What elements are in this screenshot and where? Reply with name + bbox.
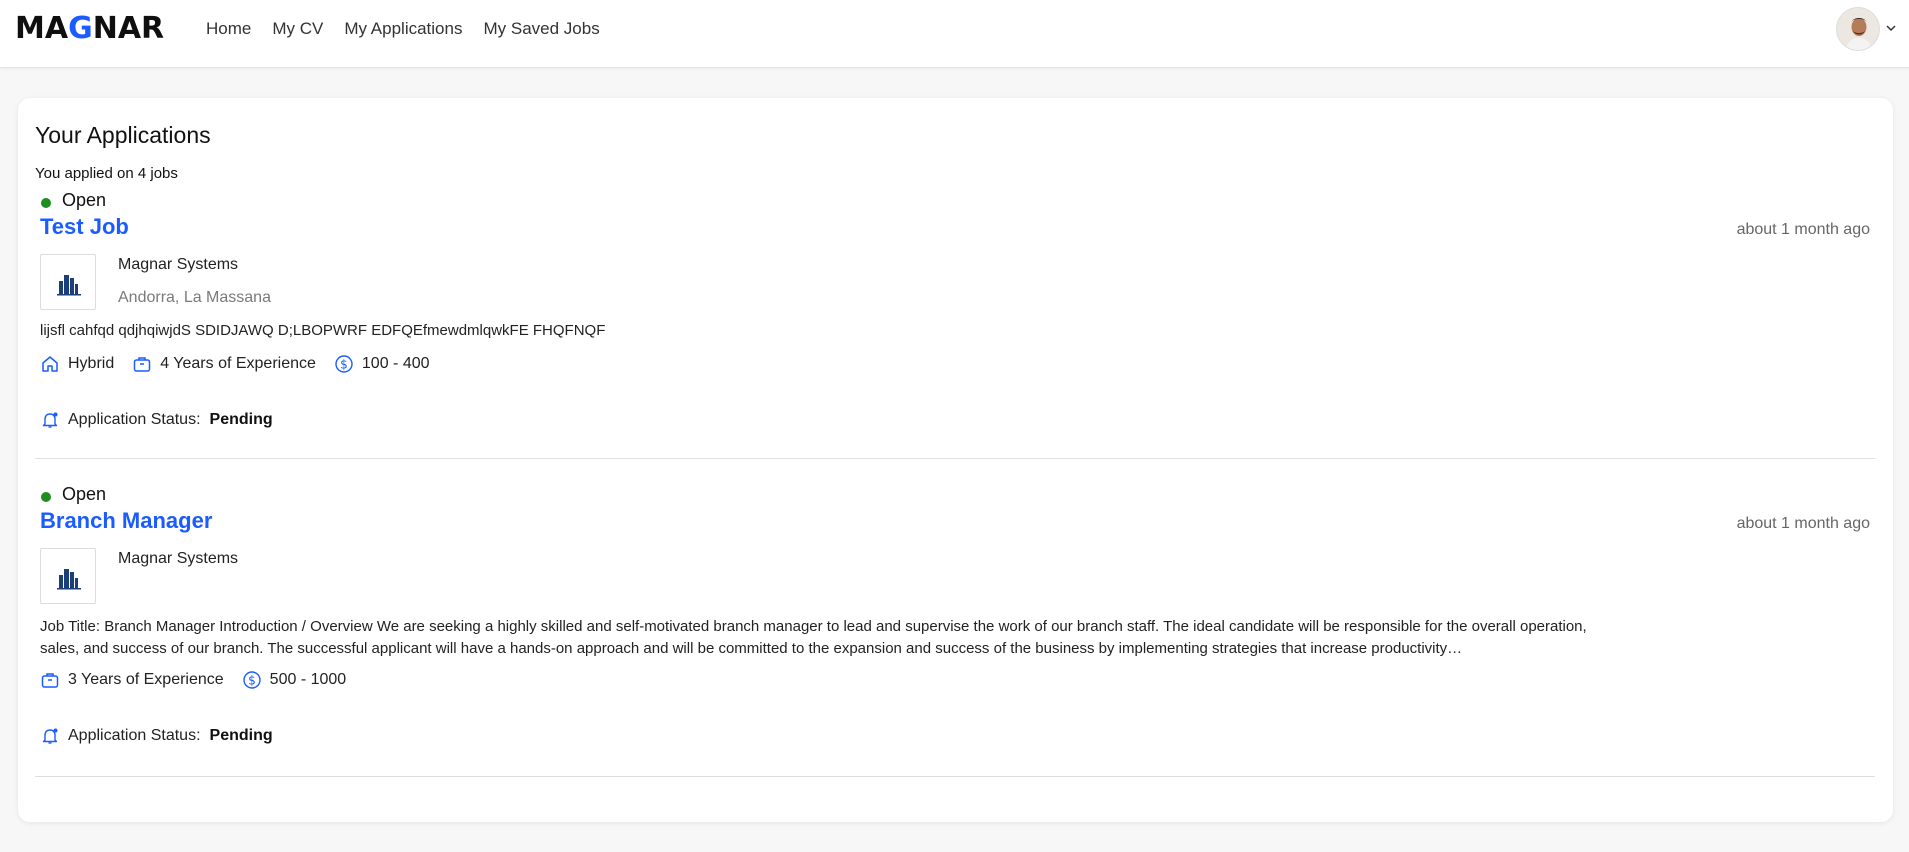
page-title: Your Applications — [35, 122, 211, 148]
experience: 4 Years of Experience — [132, 354, 316, 374]
posted-time: about 1 month ago — [1736, 221, 1870, 238]
job-status: Open — [62, 190, 107, 210]
svg-text:$: $ — [248, 674, 256, 688]
dollar-icon: $ — [242, 671, 261, 689]
nav-my-cv[interactable]: My CV — [272, 19, 323, 39]
chevron-down-icon[interactable] — [1885, 22, 1897, 34]
applications-card: Your Applications You applied on 4 jobs … — [18, 98, 1893, 822]
experience-label: 4 Years of Experience — [160, 355, 316, 372]
application-item: Open Branch Manager about 1 month ago Ma… — [35, 484, 1875, 764]
status-value: Pending — [209, 411, 273, 428]
bell-icon — [42, 412, 58, 428]
top-navbar: MAGNAR Home My CV My Applications My Sav… — [0, 0, 1909, 68]
company-logo — [40, 254, 96, 310]
home-icon — [42, 356, 58, 372]
application-status: Application Status: Pending — [40, 410, 273, 430]
nav-my-saved-jobs[interactable]: My Saved Jobs — [483, 19, 599, 39]
job-meta: Hybrid 4 Years of Experience $ 100 - 400 — [40, 354, 448, 374]
divider — [35, 776, 1875, 777]
job-title-link[interactable]: Test Job — [40, 214, 129, 240]
job-description: Job Title: Branch Manager Introduction /… — [40, 618, 1587, 657]
divider — [35, 458, 1875, 459]
company-logo — [40, 548, 96, 604]
applications-count: You applied on 4 jobs — [35, 165, 178, 182]
company-name: Magnar Systems — [118, 256, 239, 273]
main-nav: Home My CV My Applications My Saved Jobs — [206, 19, 621, 39]
status-dot — [41, 198, 51, 208]
salary: $ 100 - 400 — [334, 354, 430, 374]
salary-label: 500 - 1000 — [269, 671, 347, 688]
status-value: Pending — [209, 727, 273, 744]
status-dot — [41, 492, 51, 502]
experience: 3 Years of Experience — [40, 670, 224, 690]
status-label: Application Status: — [68, 727, 201, 744]
svg-text:$: $ — [340, 358, 348, 372]
bell-icon — [42, 728, 58, 744]
company-name: Magnar Systems — [118, 550, 239, 567]
nav-home[interactable]: Home — [206, 19, 251, 39]
application-status: Application Status: Pending — [40, 726, 273, 746]
user-avatar[interactable] — [1836, 7, 1880, 51]
salary: $ 500 - 1000 — [242, 670, 347, 690]
posted-time: about 1 month ago — [1736, 515, 1870, 532]
job-description: lijsfl cahfqd qdjhqiwjdS SDIDJAWQ D;LBOP… — [40, 322, 606, 339]
dollar-icon: $ — [335, 355, 353, 373]
work-mode: Hybrid — [40, 354, 114, 374]
job-meta: 3 Years of Experience $ 500 - 1000 — [40, 670, 364, 690]
status-label: Application Status: — [68, 411, 201, 428]
nav-my-applications[interactable]: My Applications — [344, 19, 462, 39]
salary-label: 100 - 400 — [361, 355, 430, 372]
work-mode-label: Hybrid — [68, 355, 115, 372]
experience-label: 3 Years of Experience — [68, 671, 224, 688]
company-location: Andorra, La Massana — [118, 289, 271, 306]
magnar-logo[interactable]: MAGNAR — [15, 11, 164, 46]
briefcase-icon — [133, 357, 151, 372]
application-item: Open Test Job about 1 month ago Magnar S… — [35, 190, 1875, 470]
job-title-link[interactable]: Branch Manager — [40, 508, 212, 534]
job-status: Open — [62, 484, 107, 504]
briefcase-icon — [41, 673, 59, 688]
